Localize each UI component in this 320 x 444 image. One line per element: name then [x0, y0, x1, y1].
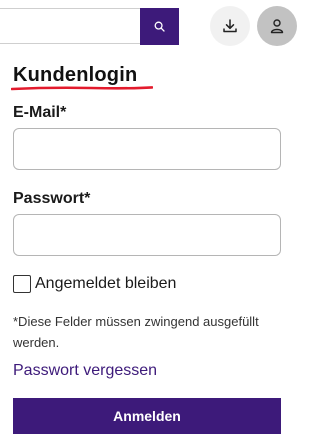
email-label: E-Mail* — [13, 104, 67, 121]
forgot-password-link[interactable]: Passwort vergessen — [13, 362, 157, 380]
remember-me-checkbox[interactable] — [13, 275, 31, 293]
download-icon — [223, 19, 237, 33]
email-field[interactable] — [13, 128, 281, 170]
remember-me-label[interactable]: Angemeldet bleiben — [35, 275, 176, 293]
title-underline — [11, 86, 153, 91]
password-field[interactable] — [13, 214, 281, 256]
required-fields-note: *Diese Felder müssen zwingend ausgefüllt… — [13, 314, 259, 350]
user-icon — [270, 19, 284, 34]
login-submit-button[interactable]: Anmelden — [13, 398, 281, 434]
search-input[interactable] — [0, 8, 140, 44]
search-icon — [154, 21, 165, 32]
password-label: Passwort* — [13, 190, 91, 207]
account-button[interactable] — [257, 6, 297, 46]
download-button[interactable] — [210, 6, 250, 46]
search-button[interactable] — [140, 8, 179, 45]
